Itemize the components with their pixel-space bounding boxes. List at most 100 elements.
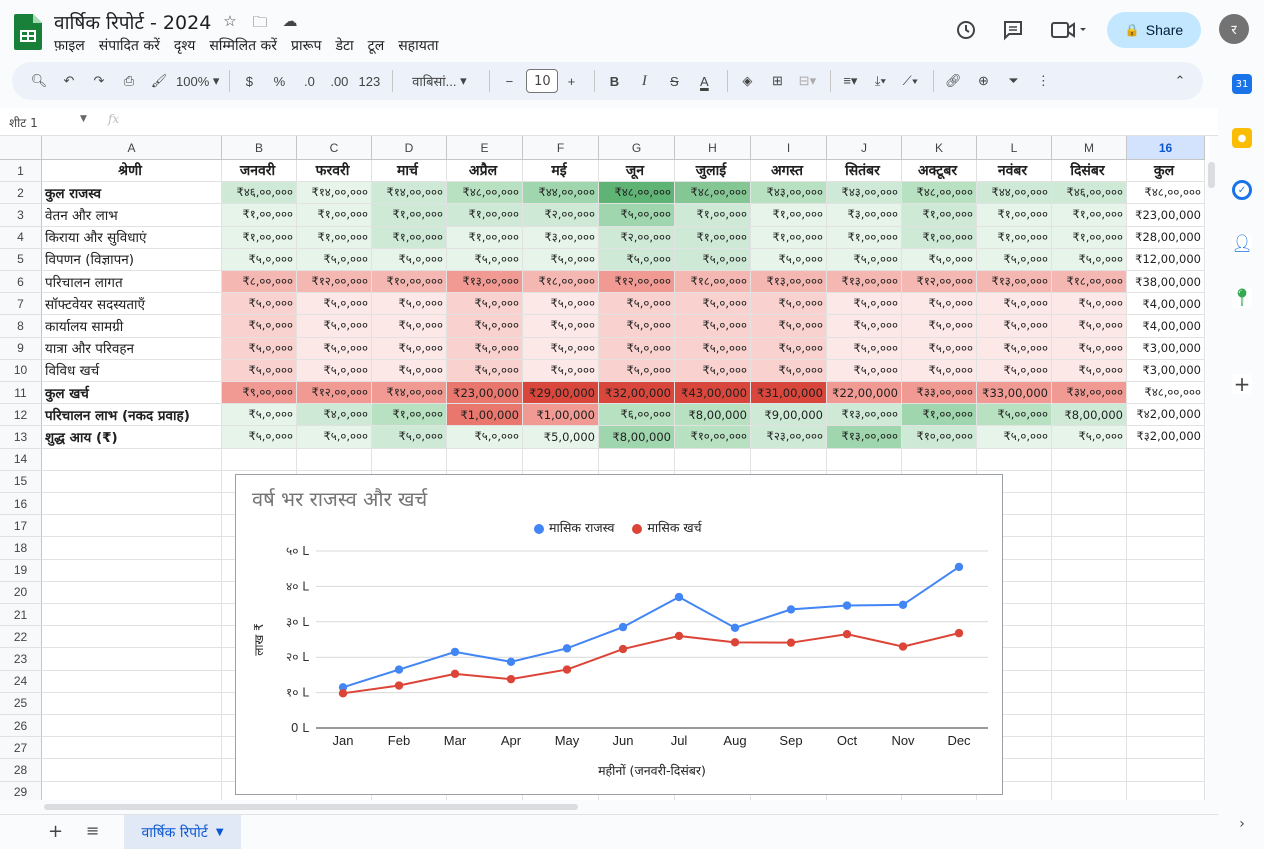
cell[interactable]: ₹४८,००,००० bbox=[447, 182, 523, 205]
cell[interactable]: ₹४,०,००० bbox=[297, 404, 372, 427]
cell[interactable] bbox=[42, 470, 222, 493]
cell[interactable] bbox=[599, 448, 675, 471]
meet-icon[interactable] bbox=[1050, 20, 1090, 40]
cell[interactable]: ₹४६,००,००० bbox=[222, 182, 297, 205]
text-color-icon[interactable]: A bbox=[691, 67, 717, 95]
cell[interactable]: ₹४६,००,००० bbox=[1052, 182, 1127, 205]
sheets-logo-icon[interactable] bbox=[14, 14, 42, 50]
cell[interactable]: ₹५,०,००० bbox=[977, 293, 1052, 316]
row-header[interactable]: 20 bbox=[0, 581, 42, 604]
cell[interactable]: ₹3,00,000 bbox=[1127, 337, 1205, 360]
name-box-dropdown-icon[interactable]: ▼ bbox=[80, 114, 87, 124]
collapse-toolbar-icon[interactable]: ⌃ bbox=[1167, 67, 1193, 95]
cell[interactable]: ₹५,०,००० bbox=[599, 315, 675, 338]
cell[interactable] bbox=[42, 715, 222, 738]
cell[interactable]: सितंबर bbox=[827, 160, 902, 183]
cell[interactable] bbox=[1052, 581, 1127, 604]
cell[interactable] bbox=[42, 581, 222, 604]
cell[interactable] bbox=[1127, 692, 1205, 715]
row-header[interactable]: 24 bbox=[0, 670, 42, 693]
cell[interactable]: ₹५,०,००० bbox=[447, 293, 523, 316]
sheet-tab-annual-report[interactable]: वार्षिक रिपोर्ट ▼ bbox=[124, 815, 241, 849]
decrease-decimal-button[interactable]: .0 bbox=[296, 67, 322, 95]
cell[interactable] bbox=[222, 448, 297, 471]
cell[interactable]: ₹५,०,००० bbox=[751, 315, 827, 338]
cell[interactable] bbox=[1127, 759, 1205, 782]
cell[interactable]: ₹१,००,००० bbox=[751, 204, 827, 227]
row-header[interactable]: 16 bbox=[0, 493, 42, 516]
cell[interactable]: ₹५,०,००० bbox=[523, 337, 599, 360]
cell[interactable]: किराया और सुविधाएं bbox=[42, 226, 222, 249]
cell[interactable]: ₹५,०,००० bbox=[447, 337, 523, 360]
cell[interactable]: ₹४४,००,००० bbox=[523, 182, 599, 205]
cell[interactable] bbox=[1052, 781, 1127, 800]
cell[interactable]: ₹28,00,000 bbox=[1127, 226, 1205, 249]
cell[interactable]: ₹५,०,००० bbox=[977, 337, 1052, 360]
cell[interactable] bbox=[1052, 537, 1127, 560]
row-header[interactable]: 18 bbox=[0, 537, 42, 560]
cell[interactable]: ₹१३,००,००० bbox=[827, 404, 902, 427]
cell[interactable]: ₹8,00,000 bbox=[599, 426, 675, 449]
name-box[interactable]: शीट 1 bbox=[9, 114, 38, 131]
cell[interactable]: ₹१,००,००० bbox=[372, 204, 447, 227]
menu-insert[interactable]: सम्मिलित करें bbox=[209, 36, 277, 55]
move-folder-icon[interactable]: 🗀 bbox=[250, 12, 270, 37]
cell[interactable]: ₹१,००,००० bbox=[675, 204, 751, 227]
cell[interactable]: ₹२,००,००० bbox=[599, 226, 675, 249]
chevron-down-icon[interactable]: ▼ bbox=[216, 827, 224, 838]
cell[interactable] bbox=[42, 493, 222, 516]
cell[interactable]: ₹४३,००,००० bbox=[751, 182, 827, 205]
cell[interactable]: सॉफ्टवेयर सदस्यताएँ bbox=[42, 293, 222, 316]
row-header[interactable]: 1 bbox=[0, 160, 42, 183]
cell[interactable]: ₹५,०,००० bbox=[827, 293, 902, 316]
cell[interactable]: ₹१२,००,००० bbox=[599, 271, 675, 294]
cell[interactable]: ₹५,०,००० bbox=[977, 359, 1052, 382]
column-header[interactable]: G bbox=[599, 136, 675, 160]
cell[interactable]: ₹१८,००,००० bbox=[523, 271, 599, 294]
cell[interactable]: ₹१०,००,००० bbox=[675, 426, 751, 449]
cell[interactable]: ₹५,०,००० bbox=[902, 337, 977, 360]
cell[interactable] bbox=[1052, 448, 1127, 471]
cell[interactable]: ₹5,0,000 bbox=[523, 426, 599, 449]
redo-icon[interactable]: ↷ bbox=[86, 67, 112, 95]
column-header[interactable]: M bbox=[1052, 136, 1127, 160]
cell[interactable]: ₹५,०,००० bbox=[372, 359, 447, 382]
cell[interactable]: ₹४८,००,००० bbox=[1127, 182, 1205, 205]
cell[interactable]: ₹१,००,००० bbox=[447, 226, 523, 249]
cell[interactable]: परिचालन लागत bbox=[42, 271, 222, 294]
row-header[interactable]: 17 bbox=[0, 515, 42, 538]
row-header[interactable]: 23 bbox=[0, 648, 42, 671]
cell[interactable]: ₹५,०,००० bbox=[297, 426, 372, 449]
row-header[interactable]: 4 bbox=[0, 226, 42, 249]
cell[interactable]: वेतन और लाभ bbox=[42, 204, 222, 227]
cloud-status-icon[interactable]: ☁ bbox=[280, 12, 300, 37]
cell[interactable]: ₹५,०,००० bbox=[222, 404, 297, 427]
row-header[interactable]: 7 bbox=[0, 293, 42, 316]
cell[interactable]: ₹४८,००,००० bbox=[902, 182, 977, 205]
menu-edit[interactable]: संपादित करें bbox=[99, 36, 160, 55]
cell[interactable]: ₹४2,00,000 bbox=[1127, 404, 1205, 427]
cell[interactable]: ₹४८,००,००० bbox=[1127, 382, 1205, 405]
row-header[interactable]: 26 bbox=[0, 715, 42, 738]
add-sheet-icon[interactable]: + bbox=[48, 821, 63, 842]
cell[interactable]: परिचालन लाभ (नकद प्रवाह) bbox=[42, 404, 222, 427]
cell[interactable]: विपणन (विज्ञापन) bbox=[42, 248, 222, 271]
cell[interactable]: ₹3,00,000 bbox=[1127, 359, 1205, 382]
font-select[interactable]: वाबिसां... ▾ bbox=[399, 67, 479, 95]
cell[interactable]: ₹३४,००,००० bbox=[1052, 382, 1127, 405]
column-header[interactable]: I bbox=[751, 136, 827, 160]
cell[interactable]: ₹22,00,000 bbox=[827, 382, 902, 405]
cell[interactable] bbox=[1127, 626, 1205, 649]
cell[interactable]: ₹५,०,००० bbox=[827, 248, 902, 271]
row-header[interactable]: 29 bbox=[0, 781, 42, 800]
cell[interactable] bbox=[1052, 670, 1127, 693]
cell[interactable]: ₹१३,००,००० bbox=[447, 271, 523, 294]
cell[interactable] bbox=[1127, 781, 1205, 800]
cell[interactable]: ₹५,०,००० bbox=[827, 337, 902, 360]
cell[interactable] bbox=[42, 515, 222, 538]
row-header[interactable]: 9 bbox=[0, 337, 42, 360]
cell[interactable]: ₹१२,००,००० bbox=[902, 271, 977, 294]
cell[interactable]: ₹५,०,००० bbox=[372, 337, 447, 360]
cell[interactable] bbox=[675, 448, 751, 471]
cell[interactable]: ₹५,०,००० bbox=[902, 293, 977, 316]
